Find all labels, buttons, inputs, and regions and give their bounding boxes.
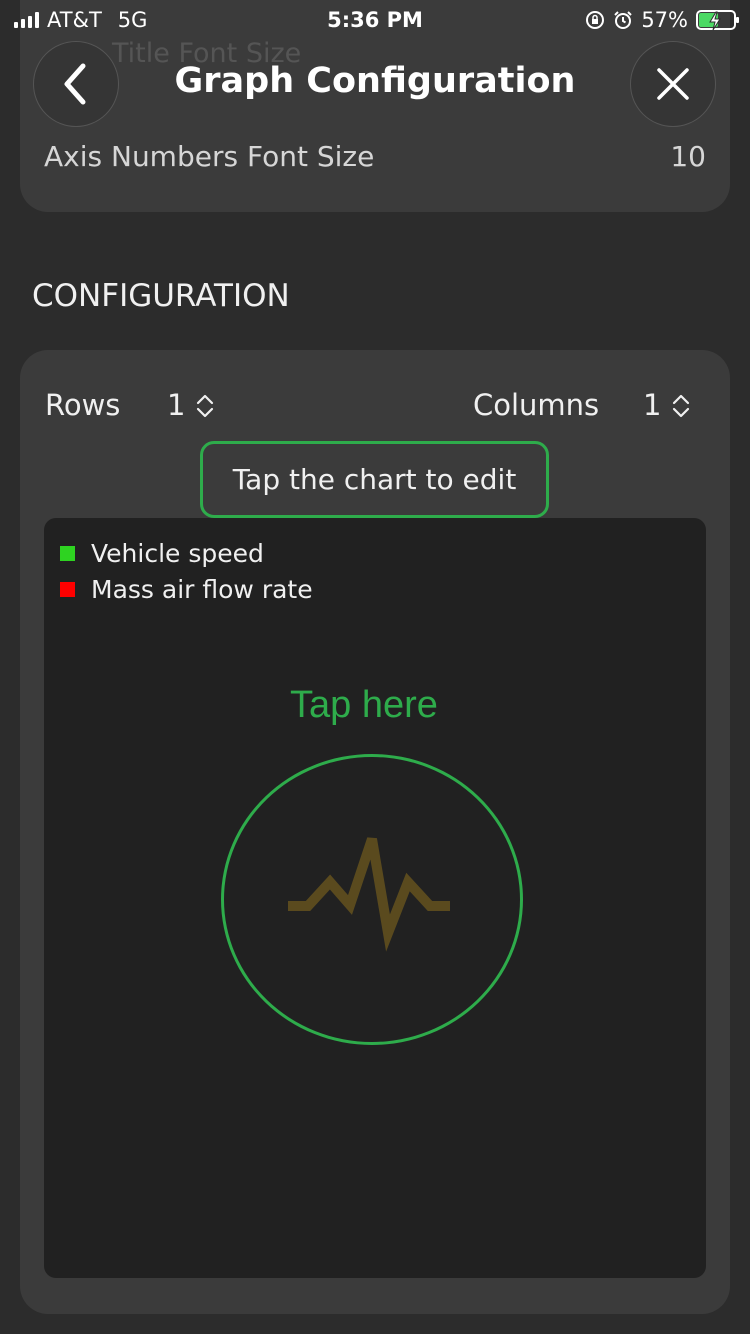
legend-swatch [60, 546, 75, 561]
orientation-lock-icon [586, 11, 605, 29]
tap-chart-hint: Tap the chart to edit [200, 441, 549, 518]
tap-here-label[interactable]: Tap here [44, 684, 684, 727]
legend-swatch [60, 582, 75, 597]
tap-here-button[interactable] [221, 754, 523, 1045]
legend-label: Vehicle speed [91, 539, 264, 568]
chart-area[interactable]: Vehicle speed Mass air flow rate Tap her… [44, 518, 706, 1278]
columns-label: Columns [473, 388, 600, 422]
columns-value[interactable]: 1 [643, 388, 661, 422]
configuration-section-title: CONFIGURATION [32, 278, 290, 314]
legend-item: Mass air flow rate [60, 575, 313, 604]
battery-percentage: 57% [641, 8, 688, 32]
close-button[interactable] [630, 41, 716, 127]
pulse-icon [288, 837, 450, 952]
battery-icon [696, 10, 739, 31]
columns-stepper-icon[interactable] [670, 392, 692, 420]
legend-item: Vehicle speed [60, 539, 264, 568]
rows-value[interactable]: 1 [167, 388, 185, 422]
chevron-left-icon [64, 63, 86, 105]
axis-numbers-font-size-row[interactable]: Axis Numbers Font Size 10 [44, 140, 706, 173]
axis-numbers-font-size-label: Axis Numbers Font Size [44, 140, 375, 173]
status-bar: AT&T 5G 5:36 PM 57% [0, 0, 750, 40]
close-icon [657, 68, 689, 100]
rows-stepper-icon[interactable] [194, 392, 216, 420]
alarm-icon [614, 11, 633, 29]
rows-label: Rows [45, 388, 121, 422]
axis-numbers-font-size-value: 10 [670, 140, 706, 173]
back-button[interactable] [33, 41, 119, 127]
legend-label: Mass air flow rate [91, 575, 313, 604]
